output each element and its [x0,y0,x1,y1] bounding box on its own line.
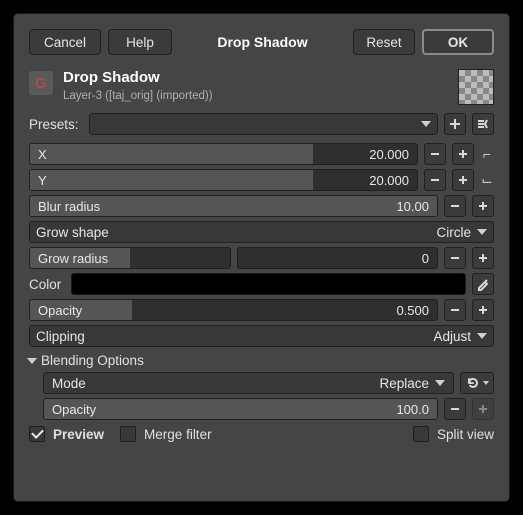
opacity-row: Opacity 0.500 [29,299,494,321]
grow-radius-row: Grow radius 0 [29,247,494,269]
ok-button[interactable]: OK [422,29,494,55]
reset-button[interactable]: Reset [353,29,415,55]
mode-row: Mode Replace [43,372,494,394]
y-label: Y [38,170,47,190]
filter-name: Drop Shadow [63,69,448,87]
presets-dropdown[interactable] [89,113,438,135]
blur-increment-button[interactable] [472,195,494,217]
mode-label: Mode [52,376,379,391]
blending-options-expander[interactable]: Blending Options [27,353,494,368]
blur-slider[interactable]: Blur radius 10.00 [29,195,438,217]
header-section: G Drop Shadow Layer-3 ([taj_orig] (impor… [29,65,494,113]
x-value: 20.000 [369,144,409,164]
grow-shape-value: Circle [436,225,471,240]
app-logo-icon: G [29,71,53,95]
blending-options-label: Blending Options [41,353,144,368]
blend-opacity-slider[interactable]: Opacity 100.0 [43,398,438,420]
opacity-decrement-button[interactable] [444,299,466,321]
color-label: Color [29,277,61,292]
merge-filter-checkbox[interactable] [120,426,136,442]
x-row: X 20.000 ⌐ [29,143,494,165]
blend-opacity-increment-button [472,398,494,420]
blend-opacity-value: 100.0 [396,399,429,419]
blending-options-body: Mode Replace Opacity 100.0 [29,372,494,420]
layer-path: Layer-3 ([taj_orig] (imported)) [63,89,448,103]
dialog-body: G Drop Shadow Layer-3 ([taj_orig] (impor… [14,65,509,454]
opacity-slider[interactable]: Opacity 0.500 [29,299,438,321]
blend-opacity-row: Opacity 100.0 [43,398,494,420]
blur-value: 10.00 [396,196,429,216]
preview-checkbox[interactable] [29,426,45,442]
blend-opacity-label: Opacity [52,399,96,419]
presets-label: Presets: [29,117,79,132]
layer-thumbnail[interactable] [458,69,494,105]
preview-label: Preview [53,427,104,442]
chain-link-bottom-icon[interactable]: ⌙ [480,172,494,189]
chevron-down-icon [483,381,489,385]
grow-radius-value-field[interactable]: 0 [237,247,439,269]
help-button[interactable]: Help [108,29,172,55]
expander-triangle-icon [27,358,37,364]
preset-manage-button[interactable] [472,113,494,135]
grow-radius-label: Grow radius [38,248,108,268]
grow-radius-decrement-button[interactable] [444,247,466,269]
blur-decrement-button[interactable] [444,195,466,217]
chevron-down-icon [477,229,487,235]
x-decrement-button[interactable] [424,143,446,165]
y-increment-button[interactable] [452,169,474,191]
blur-row: Blur radius 10.00 [29,195,494,217]
chevron-down-icon [421,121,431,127]
chevron-down-icon [477,333,487,339]
grow-radius-value: 0 [422,248,429,268]
blend-opacity-decrement-button[interactable] [444,398,466,420]
grow-shape-dropdown[interactable]: Grow shape Circle [29,221,494,243]
grow-radius-slider[interactable]: Grow radius [29,247,231,269]
opacity-value: 0.500 [396,300,429,320]
clipping-dropdown[interactable]: Clipping Adjust [29,325,494,347]
opacity-label: Opacity [38,300,82,320]
split-view-checkbox[interactable] [413,426,429,442]
presets-row: Presets: [29,113,494,135]
mode-reset-button[interactable] [460,372,494,394]
opacity-increment-button[interactable] [472,299,494,321]
mode-dropdown[interactable]: Mode Replace [43,372,454,394]
grow-shape-row: Grow shape Circle [29,221,494,243]
cancel-button[interactable]: Cancel [29,29,101,55]
grow-radius-increment-button[interactable] [472,247,494,269]
clipping-value: Adjust [433,329,471,344]
x-increment-button[interactable] [452,143,474,165]
color-row: Color [29,273,494,295]
chevron-down-icon [435,380,445,386]
top-button-bar: Cancel Help Drop Shadow Reset OK [14,14,509,65]
chain-link-top-icon[interactable]: ⌐ [480,146,494,162]
x-slider[interactable]: X 20.000 [29,143,418,165]
blur-label: Blur radius [38,196,100,216]
preset-add-button[interactable] [444,113,466,135]
split-view-label: Split view [437,427,494,442]
color-picker-button[interactable] [472,273,494,295]
x-label: X [38,144,47,164]
header-text: Drop Shadow Layer-3 ([taj_orig] (importe… [63,69,448,103]
y-decrement-button[interactable] [424,169,446,191]
footer-row: Preview Merge filter Split view [29,426,494,442]
grow-shape-label: Grow shape [36,225,436,240]
clipping-row: Clipping Adjust [29,325,494,347]
y-slider[interactable]: Y 20.000 [29,169,418,191]
mode-value: Replace [379,376,429,391]
clipping-label: Clipping [36,329,433,344]
merge-filter-label: Merge filter [144,427,212,442]
y-row: Y 20.000 ⌙ [29,169,494,191]
dialog-title: Drop Shadow [179,34,346,50]
dialog-window: Cancel Help Drop Shadow Reset OK G Drop … [13,13,510,502]
color-swatch[interactable] [71,273,466,295]
y-value: 20.000 [369,170,409,190]
